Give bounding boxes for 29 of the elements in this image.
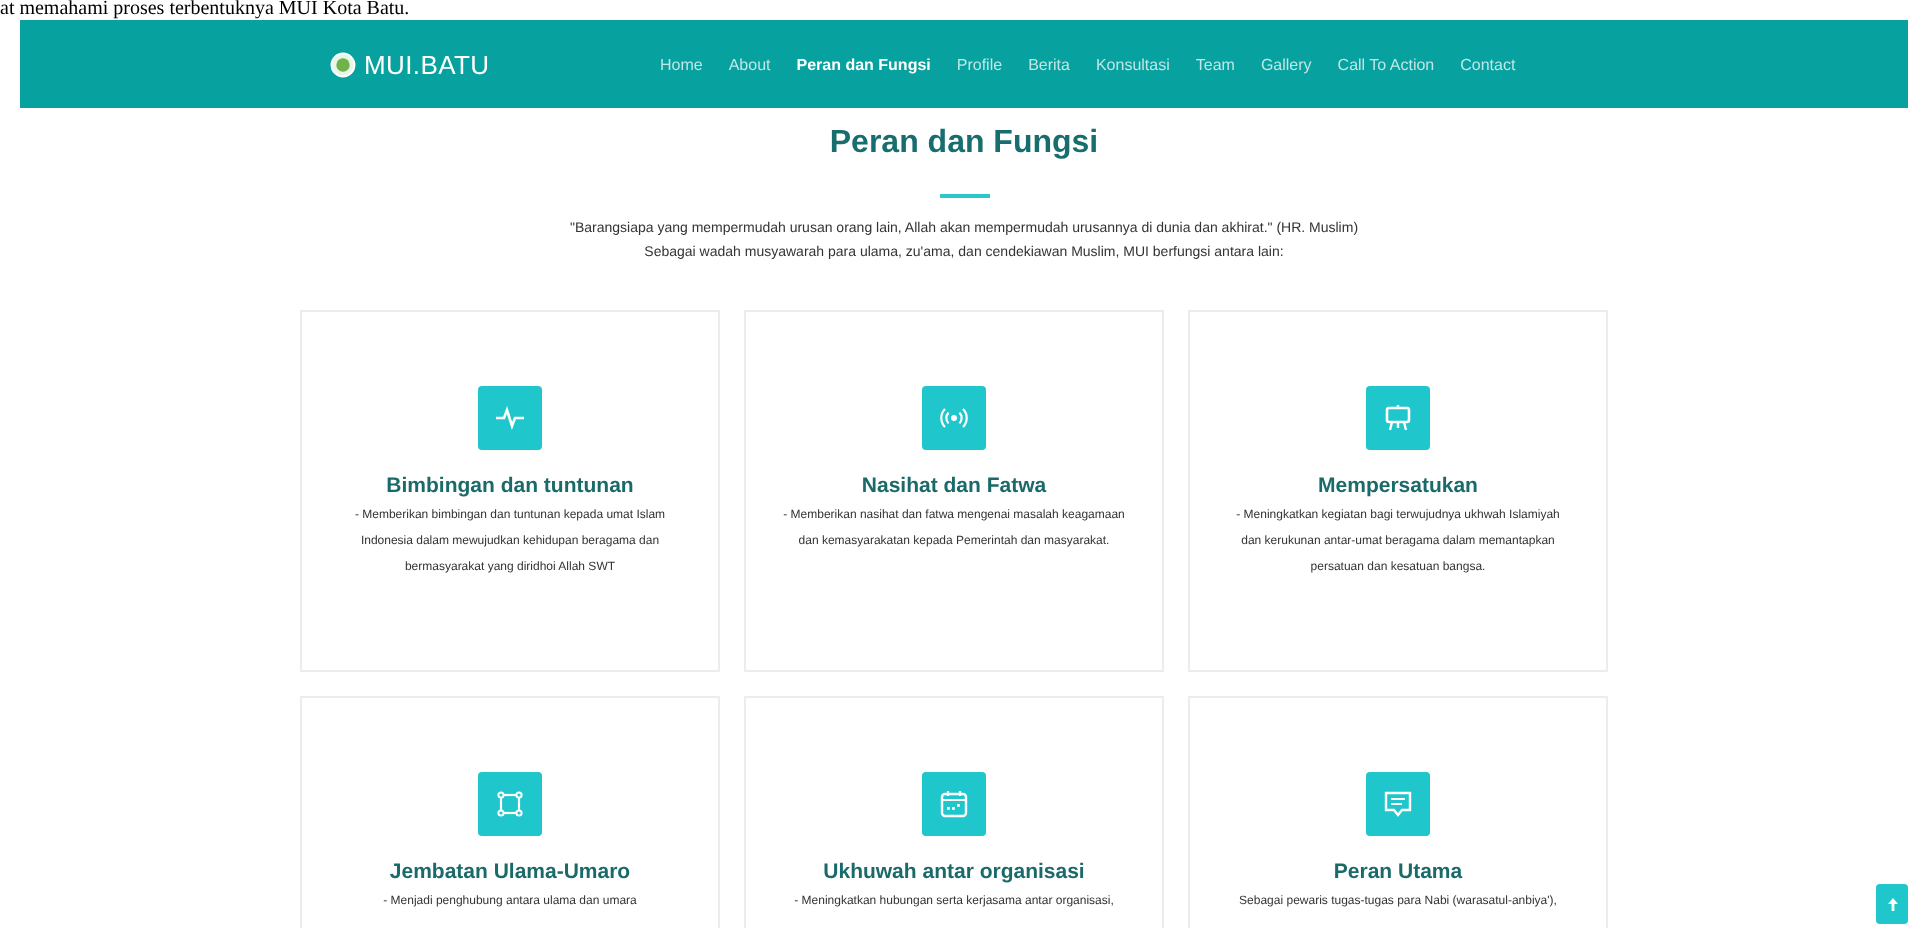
calendar-icon (922, 772, 986, 836)
easel-icon (1366, 386, 1430, 450)
title-underline (939, 194, 989, 198)
pulse-icon (478, 386, 542, 450)
message-icon (1366, 772, 1430, 836)
nav-link[interactable]: About (728, 55, 771, 73)
logo-icon (330, 51, 356, 77)
nav-link[interactable]: Peran dan Fungsi (796, 55, 931, 73)
nav-link[interactable]: Home (660, 55, 703, 73)
broadcast-icon (922, 386, 986, 450)
back-to-top-button[interactable] (1876, 884, 1908, 924)
card-title: Bimbingan dan tuntunan (386, 474, 634, 498)
nav-link[interactable]: Contact (1460, 55, 1516, 73)
nav-link[interactable]: Call To Action (1337, 55, 1435, 73)
square-nodes-icon (478, 772, 542, 836)
card-title: Peran Utama (1333, 860, 1463, 884)
document-text: at memahami proses terbentuknya MUI Kota Batu. (0, 0, 410, 20)
card-title: Ukhuwah antar organisasi (823, 860, 1085, 884)
card-title: Nasihat dan Fatwa (861, 474, 1047, 498)
nav-link[interactable]: Team (1195, 55, 1235, 73)
nav-link[interactable]: Profile (956, 55, 1003, 73)
card-title: Jembatan Ulama-Umaro (389, 860, 631, 884)
section-title: Peran dan Fungsi (829, 124, 1099, 164)
nav-link[interactable]: Gallery (1260, 55, 1312, 73)
site-logo[interactable]: MUI.BATU (364, 49, 490, 79)
arrow-up-icon (1885, 896, 1899, 912)
card-title: Mempersatukan (1318, 474, 1478, 498)
nav-link[interactable]: Konsultasi (1095, 55, 1170, 73)
nav-link[interactable]: Berita (1028, 55, 1070, 73)
